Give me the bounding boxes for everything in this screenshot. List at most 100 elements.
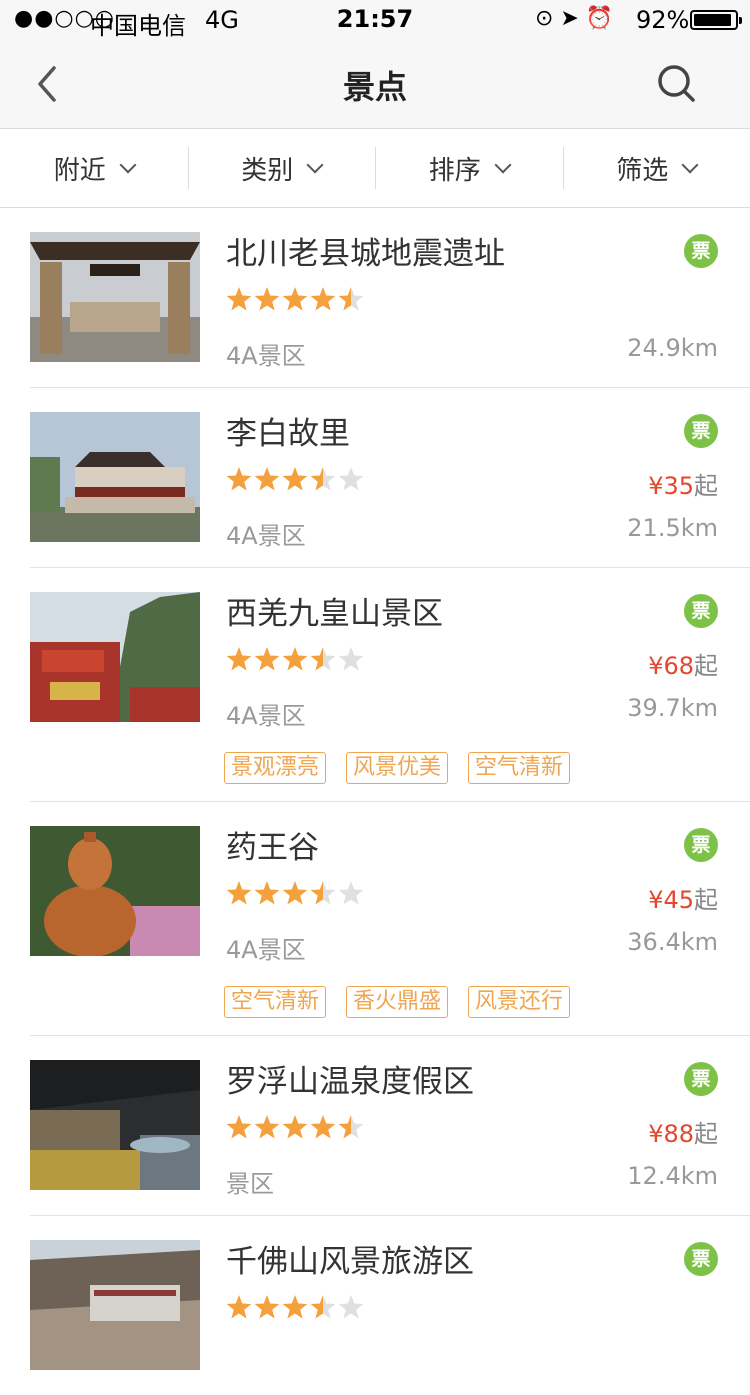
ticket-badge[interactable]: 票: [684, 1062, 718, 1096]
price-amount: ¥35: [648, 472, 694, 500]
page-title: 景点: [0, 62, 750, 108]
spot-distance: 24.9km: [627, 334, 718, 362]
ticket-badge[interactable]: 票: [684, 594, 718, 628]
filter-label: 排序: [429, 150, 481, 187]
spot-photo: [30, 1060, 200, 1190]
spot-tag[interactable]: 风景还行: [468, 986, 570, 1018]
star-icon: [311, 881, 336, 905]
spot-tag[interactable]: 空气清新: [224, 986, 326, 1018]
stars-graphic: [226, 646, 366, 674]
price-suffix: 起: [694, 886, 718, 914]
chevron-down-icon: [682, 157, 699, 174]
list-item[interactable]: 西羌九皇山景区 4A景区 票 ¥68起 39.7km 景观漂亮 风景优美 空气清…: [30, 568, 750, 802]
price-suffix: 起: [694, 472, 718, 500]
search-button[interactable]: [655, 62, 699, 106]
star-icon: [339, 881, 364, 905]
spot-tag[interactable]: 香火鼎盛: [346, 986, 448, 1018]
spot-tag[interactable]: 风景优美: [346, 752, 448, 784]
star-icon: [339, 467, 364, 491]
tag-list: 空气清新 香火鼎盛 风景还行: [224, 986, 570, 1018]
ticket-badge[interactable]: 票: [684, 414, 718, 448]
filter-label: 附近: [54, 150, 106, 187]
spot-photo: [30, 592, 200, 722]
spot-distance: 21.5km: [627, 514, 718, 542]
spot-distance: 36.4km: [627, 928, 718, 956]
rating-stars: [226, 286, 366, 314]
tag-list: 景观漂亮 风景优美 空气清新: [224, 752, 570, 784]
chevron-down-icon: [119, 157, 136, 174]
list-item[interactable]: 药王谷 4A景区 票 ¥45起 36.4km 空气清新 香火鼎盛 风景还行: [30, 802, 750, 1036]
ticket-badge[interactable]: 票: [684, 828, 718, 862]
spot-name: 罗浮山温泉度假区: [226, 1056, 474, 1101]
filter-category[interactable]: 类别: [188, 129, 376, 207]
spot-price: ¥35起: [648, 466, 718, 501]
status-bar: ●●○○○ 中国电信 4G 21:57 ⊙ ➤ ⏰ 92%: [0, 0, 750, 40]
price-amount: ¥45: [648, 886, 694, 914]
spot-tag[interactable]: 景观漂亮: [224, 752, 326, 784]
star-icon: [283, 1115, 308, 1139]
stars-graphic: [226, 1294, 366, 1322]
rating-stars: [226, 880, 366, 908]
star-icon: [311, 287, 336, 311]
star-icon: [339, 287, 364, 311]
spot-name: 药王谷: [226, 822, 319, 867]
stars-graphic: [226, 466, 366, 494]
rating-stars: [226, 1294, 366, 1322]
ticket-badge[interactable]: 票: [684, 1242, 718, 1276]
spot-name: 千佛山风景旅游区: [226, 1236, 474, 1281]
battery-percentage: 92%: [636, 6, 689, 34]
price-suffix: 起: [694, 652, 718, 680]
price-suffix: 起: [694, 1120, 718, 1148]
spot-photo: [30, 232, 200, 362]
scenic-spot-list: 北川老县城地震遗址 4A景区 票 24.9km 李白故里 4A景区 票 ¥35起…: [0, 208, 750, 1395]
filter-nearby[interactable]: 附近: [0, 129, 188, 207]
star-icon: [255, 1295, 280, 1319]
star-icon: [255, 881, 280, 905]
rating-stars: [226, 466, 366, 494]
stars-graphic: [226, 880, 366, 908]
star-icon: [255, 467, 280, 491]
star-icon: [283, 647, 308, 671]
filter-bar: 附近 类别 排序 筛选: [0, 129, 750, 208]
star-icon: [311, 647, 336, 671]
spot-price: ¥68起: [648, 646, 718, 681]
star-icon: [311, 1115, 336, 1139]
star-icon: [283, 287, 308, 311]
chevron-down-icon: [307, 157, 324, 174]
star-icon: [339, 1295, 364, 1319]
battery-icon: [690, 10, 738, 30]
star-icon: [255, 647, 280, 671]
star-icon: [227, 881, 252, 905]
star-icon: [311, 467, 336, 491]
star-icon: [227, 647, 252, 671]
spot-price: ¥45起: [648, 880, 718, 915]
spot-photo: [30, 412, 200, 542]
spot-name: 北川老县城地震遗址: [226, 228, 505, 273]
chevron-down-icon: [494, 157, 511, 174]
spot-photo: [30, 1240, 200, 1370]
price-amount: ¥68: [648, 652, 694, 680]
spot-level: 4A景区: [226, 930, 306, 965]
filter-screen[interactable]: 筛选: [563, 129, 750, 207]
spot-distance: 39.7km: [627, 694, 718, 722]
list-item[interactable]: 罗浮山温泉度假区 景区 票 ¥88起 12.4km: [30, 1036, 750, 1216]
rating-stars: [226, 646, 366, 674]
star-icon: [283, 881, 308, 905]
list-item[interactable]: 千佛山风景旅游区 票: [30, 1216, 750, 1395]
rating-stars: [226, 1114, 366, 1142]
spot-level: 景区: [226, 1164, 274, 1199]
spot-photo: [30, 826, 200, 956]
star-icon: [339, 647, 364, 671]
list-item[interactable]: 李白故里 4A景区 票 ¥35起 21.5km: [30, 388, 750, 568]
star-icon: [283, 467, 308, 491]
star-icon: [339, 1115, 364, 1139]
filter-sort[interactable]: 排序: [375, 129, 563, 207]
navigation-bar: 景点: [0, 40, 750, 129]
spot-tag[interactable]: 空气清新: [468, 752, 570, 784]
spot-name: 李白故里: [226, 408, 350, 453]
list-item[interactable]: 北川老县城地震遗址 4A景区 票 24.9km: [30, 208, 750, 388]
ticket-badge[interactable]: 票: [684, 234, 718, 268]
spot-level: 4A景区: [226, 516, 306, 551]
star-icon: [227, 1295, 252, 1319]
price-amount: ¥88: [648, 1120, 694, 1148]
